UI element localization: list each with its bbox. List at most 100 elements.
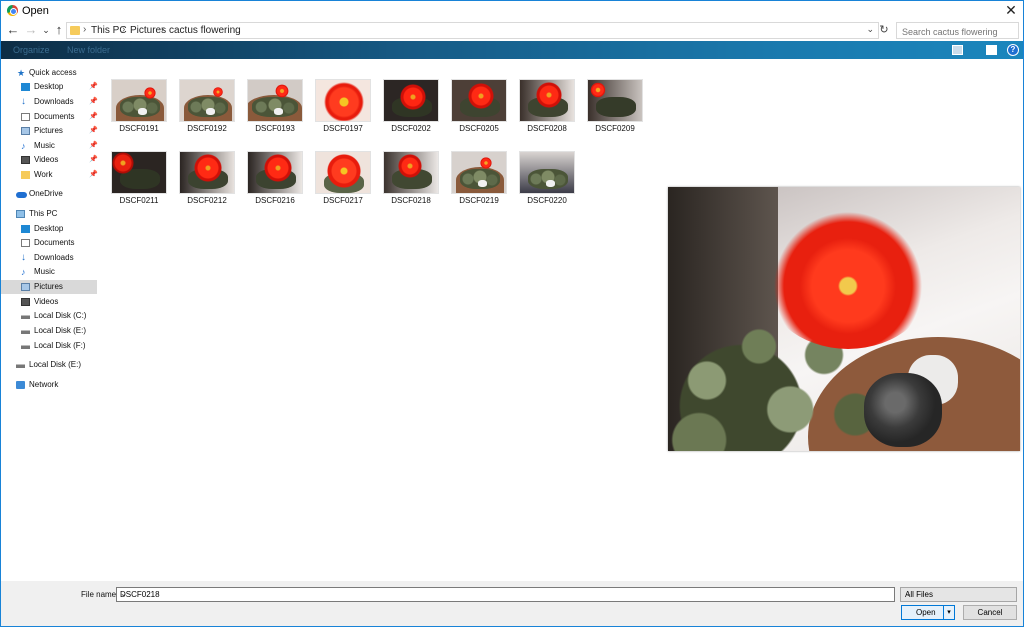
file-name: DSCF0219	[459, 196, 499, 205]
cancel-button[interactable]: Cancel	[963, 605, 1017, 620]
nav-pc-desktop[interactable]: Desktop	[1, 222, 97, 236]
navigation-pane: ★ Quick access Desktop 📌 ↓ Downloads 📌 D…	[1, 59, 101, 581]
open-dialog: Open ✕ ← → ⌄ ↑ › This PC › Pictures › ca…	[0, 0, 1024, 627]
nav-quick-videos[interactable]: Videos 📌	[1, 153, 98, 167]
pin-icon[interactable]: 📌	[89, 124, 98, 138]
up-arrow-icon[interactable]: ↑	[52, 22, 66, 38]
organize-button[interactable]: Organize	[13, 45, 50, 55]
star-icon: ★	[17, 68, 26, 78]
preview-pane-icon[interactable]	[986, 45, 997, 55]
preview-image	[668, 187, 1020, 451]
nav-quick-music[interactable]: ♪ Music 📌	[1, 139, 98, 153]
music-note-icon: ♪	[21, 141, 26, 151]
file-thumbnail	[383, 79, 439, 122]
new-folder-button[interactable]: New folder	[67, 45, 110, 55]
file-tile[interactable]: DSCF0218	[383, 131, 451, 205]
nav-quick-desktop[interactable]: Desktop 📌	[1, 80, 98, 94]
command-bar: Organize New folder ?	[1, 41, 1023, 59]
pin-icon[interactable]: 📌	[89, 168, 98, 182]
nav-pc-music[interactable]: ♪ Music	[1, 265, 97, 279]
nav-pc-disk-f[interactable]: Local Disk (F:)	[1, 339, 97, 353]
file-name: DSCF0217	[323, 196, 363, 205]
back-arrow-icon[interactable]: ←	[6, 22, 20, 38]
recent-locations-chevron-icon[interactable]: ⌄	[39, 22, 53, 38]
nav-quick-pictures[interactable]: Pictures 📌	[1, 124, 98, 138]
file-thumbnail	[179, 79, 235, 122]
nav-quick-downloads[interactable]: ↓ Downloads 📌	[1, 95, 98, 109]
nav-this-pc[interactable]: This PC	[1, 207, 97, 221]
breadcrumb-separator-icon: ›	[161, 24, 165, 35]
documents-icon	[21, 239, 30, 247]
desktop-icon	[21, 83, 30, 91]
desktop-icon	[21, 225, 30, 233]
chevron-down-icon[interactable]: ⌄	[120, 589, 891, 598]
nav-pc-disk-c[interactable]: Local Disk (C:)	[1, 309, 97, 323]
folder-icon	[21, 171, 30, 179]
file-thumbnail	[111, 151, 167, 194]
file-name: DSCF0212	[187, 196, 227, 205]
nav-quick-documents[interactable]: Documents 📌	[1, 110, 98, 124]
cloud-icon	[16, 192, 27, 198]
file-tile[interactable]: DSCF0211	[111, 131, 179, 205]
forward-arrow-icon[interactable]: →	[24, 22, 38, 38]
pin-icon[interactable]: 📌	[89, 80, 98, 94]
nav-pc-documents[interactable]: Documents	[1, 236, 97, 250]
file-tile[interactable]: DSCF0193	[247, 59, 315, 133]
file-tile[interactable]: DSCF0220	[519, 131, 587, 205]
file-tile[interactable]: DSCF0191	[111, 59, 179, 133]
file-tile[interactable]: DSCF0208	[519, 59, 587, 133]
pin-icon[interactable]: 📌	[89, 153, 98, 167]
file-tile[interactable]: DSCF0216	[247, 131, 315, 205]
file-thumbnail	[179, 151, 235, 194]
title-bar: Open ✕	[1, 1, 1023, 20]
file-thumbnail	[451, 79, 507, 122]
file-thumbnail	[111, 79, 167, 122]
file-tile[interactable]: DSCF0209	[587, 59, 655, 133]
pin-icon[interactable]: 📌	[89, 110, 98, 124]
refresh-icon[interactable]: ↻	[877, 22, 891, 39]
file-name: DSCF0216	[255, 196, 295, 205]
file-tile[interactable]: DSCF0197	[315, 59, 383, 133]
nav-quick-work[interactable]: Work 📌	[1, 168, 98, 182]
close-button[interactable]: ✕	[1003, 2, 1019, 18]
file-thumbnail	[247, 151, 303, 194]
change-view-icon[interactable]	[952, 45, 963, 55]
breadcrumb-cactus-flowering[interactable]: cactus flowering	[169, 25, 241, 36]
open-button[interactable]: Open ▾	[901, 605, 955, 620]
nav-pc-pictures[interactable]: Pictures	[1, 280, 97, 294]
pictures-icon	[21, 127, 30, 135]
file-type-select[interactable]: All Files ⌄	[900, 587, 1017, 602]
file-grid: DSCF0191 DSCF0192 DSCF0193 DSCF0197 DSCF…	[101, 59, 661, 581]
address-row: ← → ⌄ ↑ › This PC › Pictures › cactus fl…	[1, 20, 1023, 41]
file-tile[interactable]: DSCF0212	[179, 131, 247, 205]
drive-icon	[21, 345, 30, 349]
file-name: DSCF0220	[527, 196, 567, 205]
nav-network[interactable]: Network	[1, 378, 97, 392]
nav-quick-access[interactable]: ★ Quick access	[1, 66, 97, 80]
nav-pc-downloads[interactable]: ↓ Downloads	[1, 251, 97, 265]
nav-pc-videos[interactable]: Videos	[1, 295, 97, 309]
open-dropdown-icon[interactable]: ▾	[943, 606, 954, 619]
pin-icon[interactable]: 📌	[89, 95, 98, 109]
address-bar[interactable]: › This PC › Pictures › cactus flowering …	[66, 22, 879, 39]
search-input[interactable]	[896, 22, 1019, 39]
drive-icon	[21, 315, 30, 319]
file-tile[interactable]: DSCF0205	[451, 59, 519, 133]
file-thumbnail	[451, 151, 507, 194]
pin-icon[interactable]: 📌	[89, 139, 98, 153]
file-tile[interactable]: DSCF0202	[383, 59, 451, 133]
file-thumbnail	[519, 151, 575, 194]
filename-input[interactable]: DSCF0218 ⌄	[116, 587, 895, 602]
help-icon[interactable]: ?	[1007, 44, 1019, 56]
file-tile[interactable]: DSCF0192	[179, 59, 247, 133]
chevron-down-icon: ⌄	[905, 589, 912, 598]
file-name: DSCF0218	[391, 196, 431, 205]
file-tile[interactable]: DSCF0217	[315, 131, 383, 205]
chrome-icon	[7, 5, 18, 16]
nav-local-disk-e[interactable]: Local Disk (E:)	[1, 358, 97, 372]
file-tile[interactable]: DSCF0219	[451, 131, 519, 205]
nav-pc-disk-e[interactable]: Local Disk (E:)	[1, 324, 97, 338]
nav-onedrive[interactable]: OneDrive	[1, 187, 97, 201]
folder-icon	[70, 26, 80, 35]
address-dropdown-icon[interactable]: ⌄	[866, 24, 874, 35]
